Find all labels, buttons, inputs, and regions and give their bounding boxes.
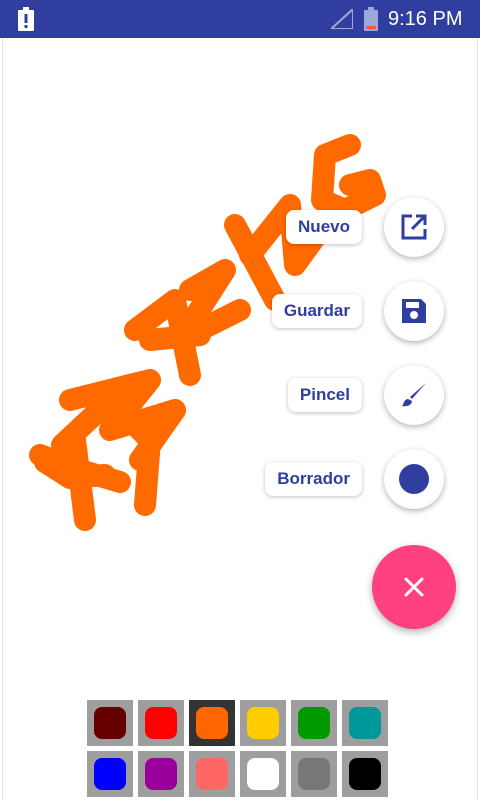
swatch-color bbox=[145, 758, 177, 790]
swatch-white[interactable] bbox=[240, 751, 286, 797]
swatch-color bbox=[196, 707, 228, 739]
speed-dial-item-guardar[interactable]: Guardar bbox=[0, 281, 480, 341]
open-in-new-icon bbox=[401, 214, 427, 240]
speed-dial-item-nuevo[interactable]: Nuevo bbox=[0, 197, 480, 257]
swatch-color bbox=[298, 707, 330, 739]
close-icon bbox=[404, 577, 424, 597]
guardar-button[interactable] bbox=[384, 281, 444, 341]
nuevo-label[interactable]: Nuevo bbox=[286, 210, 362, 244]
speed-dial-item-pincel[interactable]: Pincel bbox=[0, 365, 480, 425]
eraser-dot-icon bbox=[399, 464, 429, 494]
close-menu-button[interactable] bbox=[372, 545, 456, 629]
save-icon bbox=[402, 299, 426, 323]
swatch-blue[interactable] bbox=[87, 751, 133, 797]
pincel-button[interactable] bbox=[384, 365, 444, 425]
swatch-color bbox=[94, 758, 126, 790]
speed-dial-item-borrador[interactable]: Borrador bbox=[0, 449, 480, 509]
swatch-yellow[interactable] bbox=[240, 700, 286, 746]
swatch-red[interactable] bbox=[138, 700, 184, 746]
color-palette bbox=[87, 700, 388, 800]
swatch-green[interactable] bbox=[291, 700, 337, 746]
swatch-salmon[interactable] bbox=[189, 751, 235, 797]
swatch-purple[interactable] bbox=[138, 751, 184, 797]
swatch-color bbox=[196, 758, 228, 790]
status-time: 9:16 PM bbox=[388, 8, 463, 30]
battery-icon bbox=[364, 7, 378, 31]
swatch-orange[interactable] bbox=[189, 700, 235, 746]
guardar-label[interactable]: Guardar bbox=[271, 294, 362, 328]
swatch-gray[interactable] bbox=[291, 751, 337, 797]
swatch-color bbox=[247, 707, 279, 739]
swatch-color bbox=[247, 758, 279, 790]
swatch-teal[interactable] bbox=[342, 700, 388, 746]
swatch-black[interactable] bbox=[342, 751, 388, 797]
signal-icon bbox=[331, 9, 353, 29]
nuevo-button[interactable] bbox=[384, 197, 444, 257]
borrador-label[interactable]: Borrador bbox=[265, 462, 362, 496]
swatch-color bbox=[349, 707, 381, 739]
borrador-button[interactable] bbox=[384, 449, 444, 509]
swatch-color bbox=[94, 707, 126, 739]
pincel-label[interactable]: Pincel bbox=[287, 378, 362, 412]
swatch-color bbox=[349, 758, 381, 790]
alert-icon bbox=[18, 7, 34, 31]
swatch-color bbox=[145, 707, 177, 739]
swatch-dark-red[interactable] bbox=[87, 700, 133, 746]
swatch-color bbox=[298, 758, 330, 790]
brush-icon bbox=[402, 383, 426, 407]
status-bar: 9:16 PM bbox=[0, 0, 480, 38]
